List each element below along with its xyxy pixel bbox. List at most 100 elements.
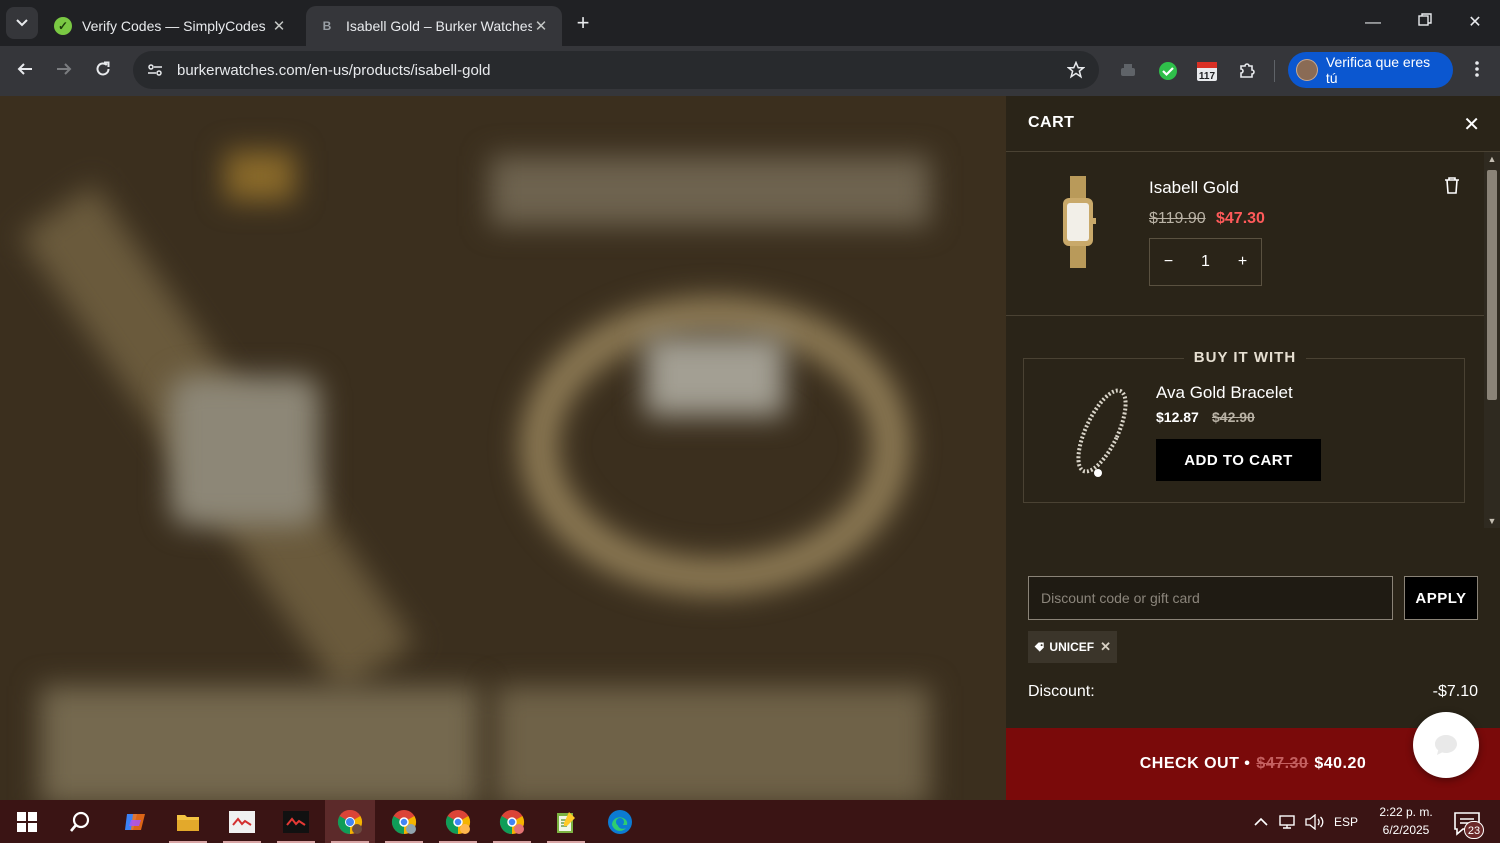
tab-simplycodes[interactable]: ✓ Verify Codes — SimplyCodes ✕ [42, 6, 300, 46]
notification-count-badge: 23 [1464, 821, 1484, 839]
cart-scrollbar[interactable]: ▲ ▼ [1484, 152, 1500, 528]
chrome-profile-2-icon[interactable] [379, 800, 429, 843]
extension-calendar-icon[interactable]: 117 [1195, 59, 1219, 83]
scroll-up-icon[interactable]: ▲ [1484, 154, 1500, 164]
cart-drawer: CART ✕ Isabell Gold $119.90 $47.30 − 1 +… [1006, 96, 1500, 800]
app-icon-dark[interactable] [271, 800, 321, 843]
search-icon [70, 811, 90, 832]
tab-title: Verify Codes — SimplyCodes [82, 18, 266, 34]
upsell-original-price: $42.90 [1212, 409, 1255, 425]
upsell-section: BUY IT WITH Ava Gold Bracelet $12.87 $42… [1023, 349, 1465, 503]
restore-button[interactable] [1402, 8, 1448, 38]
avatar [1296, 59, 1318, 81]
chrome-profile-4-icon[interactable] [487, 800, 537, 843]
cart-header: CART ✕ [1006, 96, 1500, 152]
blurred-watch-dial [645, 336, 785, 416]
profile-button[interactable]: Verifica que eres tú [1288, 52, 1453, 88]
clock-time: 2:22 p. m. [1379, 805, 1433, 819]
new-tab-button[interactable]: + [572, 10, 594, 36]
decrease-quantity-button[interactable]: − [1150, 253, 1187, 271]
file-explorer-icon[interactable] [163, 800, 213, 843]
chrome-profile-3-icon[interactable] [433, 800, 483, 843]
applied-code: UNICEF [1049, 640, 1095, 654]
taskbar-search-button[interactable] [55, 800, 105, 843]
cart-title: CART [1028, 114, 1075, 131]
tray-overflow-icon[interactable] [1250, 800, 1272, 843]
edge-icon[interactable] [595, 800, 645, 843]
reload-button[interactable] [88, 56, 118, 86]
checkout-final-price: $40.20 [1314, 755, 1367, 772]
toolbar-divider [1274, 60, 1275, 82]
arrow-left-icon [17, 63, 32, 75]
site-settings-icon[interactable] [147, 62, 163, 78]
restore-icon [1418, 13, 1432, 26]
close-tab-icon[interactable]: ✕ [532, 17, 550, 35]
discount-label: Discount: [1028, 683, 1095, 700]
chrome-profile-1-icon[interactable] [325, 800, 375, 843]
add-to-cart-button[interactable]: ADD TO CART [1156, 439, 1321, 481]
checkout-original-price: $47.30 [1256, 755, 1309, 772]
close-window-button[interactable]: ✕ [1452, 8, 1498, 38]
simplycodes-icon: ✓ [54, 17, 72, 35]
clock-date: 6/2/2025 [1382, 823, 1430, 837]
minimize-button[interactable]: — [1350, 8, 1396, 38]
input-language[interactable]: ESP [1330, 800, 1362, 843]
chat-launcher-button[interactable] [1413, 712, 1479, 778]
arrow-right-icon [57, 63, 72, 75]
extension-check-icon[interactable] [1156, 59, 1180, 83]
extensions-puzzle-icon[interactable] [1235, 59, 1259, 83]
increase-quantity-button[interactable]: + [1224, 253, 1261, 271]
scroll-thumb[interactable] [1487, 170, 1497, 400]
system-clock[interactable]: 2:22 p. m. 6/2/2025 [1372, 803, 1440, 839]
reload-icon [96, 61, 110, 76]
app-icon-light[interactable] [217, 800, 267, 843]
checkout-label: CHECK OUT • [1139, 755, 1251, 772]
windows-logo-icon [17, 811, 37, 832]
url-text: burkerwatches.com/en-us/products/isabell… [177, 61, 491, 79]
browser-menu-button[interactable] [1462, 56, 1492, 86]
close-tab-icon[interactable]: ✕ [270, 17, 288, 35]
discount-code-input[interactable] [1028, 576, 1393, 620]
chat-icon [1435, 735, 1457, 755]
start-button[interactable] [2, 800, 52, 843]
volume-icon[interactable] [1302, 800, 1326, 843]
extension-badge: 117 [1199, 71, 1216, 82]
tab-title: Isabell Gold – Burker Watches [346, 18, 532, 34]
upsell-name[interactable]: Ava Gold Bracelet [1156, 383, 1293, 403]
blurred-detail [225, 151, 295, 201]
burker-b-icon: B [322, 19, 332, 33]
forward-button[interactable] [49, 56, 79, 86]
windows-taskbar: ESP 2:22 p. m. 6/2/2025 23 [0, 800, 1500, 843]
remove-discount-icon[interactable]: ✕ [1100, 639, 1111, 655]
upsell-heading-wrap: BUY IT WITH [1024, 349, 1466, 367]
blurred-watch-face [170, 376, 320, 526]
applied-discount-tag: UNICEF ✕ [1028, 631, 1117, 663]
blurred-thumbnail [495, 686, 930, 800]
copilot-icon[interactable] [110, 800, 160, 843]
item-name[interactable]: Isabell Gold [1149, 178, 1239, 198]
quantity-value[interactable]: 1 [1187, 253, 1224, 271]
tab-burker[interactable]: B Isabell Gold – Burker Watches ✕ [306, 6, 562, 46]
web-page: CART ✕ Isabell Gold $119.90 $47.30 − 1 +… [0, 96, 1500, 800]
blurred-thumbnail [40, 686, 480, 800]
bracelet-thumbnail[interactable] [1070, 381, 1130, 481]
network-icon[interactable] [1276, 800, 1300, 843]
close-cart-icon[interactable]: ✕ [1463, 112, 1480, 137]
upsell-sale-price: $12.87 [1156, 409, 1199, 425]
product-gallery-overlay[interactable] [0, 96, 1006, 800]
back-button[interactable] [10, 56, 40, 86]
item-sale-price: $47.30 [1216, 210, 1265, 227]
apply-discount-button[interactable]: APPLY [1404, 576, 1478, 620]
trash-icon[interactable] [1444, 176, 1460, 194]
watch-thumbnail[interactable] [1056, 176, 1100, 268]
tab-strip: ✓ Verify Codes — SimplyCodes ✕ B Isabell… [0, 0, 1500, 46]
item-original-price: $119.90 [1149, 210, 1206, 227]
tag-icon [1034, 642, 1044, 652]
scroll-down-icon[interactable]: ▼ [1484, 516, 1500, 526]
discount-value: -$7.10 [1432, 683, 1478, 700]
bookmark-star-icon[interactable] [1067, 61, 1085, 79]
address-bar[interactable]: burkerwatches.com/en-us/products/isabell… [133, 51, 1099, 89]
notepad-icon[interactable] [541, 800, 591, 843]
tab-search-button[interactable] [6, 7, 38, 39]
extension-printer-icon[interactable] [1116, 59, 1140, 83]
